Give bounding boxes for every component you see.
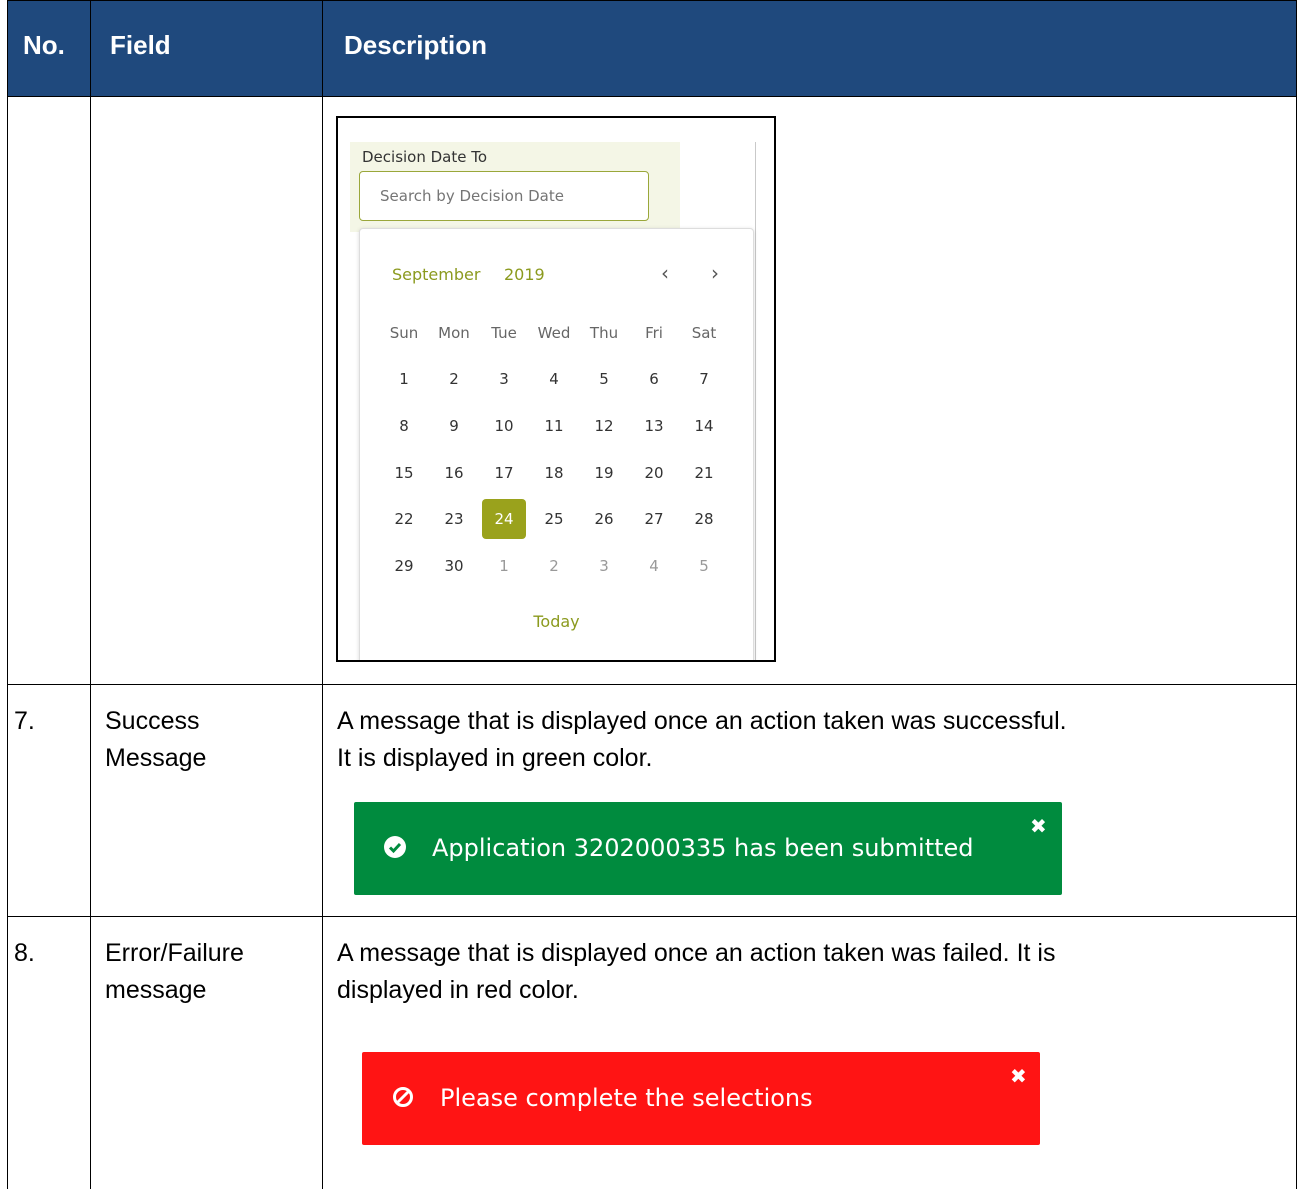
weekday: Thu: [589, 324, 619, 342]
calendar-day[interactable]: 1: [382, 359, 426, 399]
field-name-line: Error/Failure: [105, 939, 244, 967]
calendar-day[interactable]: 27: [632, 499, 676, 539]
calendar-day[interactable]: 25: [532, 499, 576, 539]
column-divider: [90, 0, 91, 1189]
success-alert-text: Application 3202000335 has been submitte…: [432, 834, 974, 862]
row-number: 7.: [14, 707, 35, 735]
calendar-day[interactable]: 29: [382, 546, 426, 586]
calendar-day[interactable]: 10: [482, 406, 526, 446]
calendar-day[interactable]: 17: [482, 453, 526, 493]
chevron-right-icon[interactable]: ›: [703, 261, 727, 285]
datepicker-screenshot: Decision Date To September 2019 ‹ › Sun …: [336, 116, 776, 662]
weekday: Tue: [491, 324, 517, 342]
success-alert: Application 3202000335 has been submitte…: [354, 802, 1062, 895]
close-icon[interactable]: ✖: [1030, 814, 1047, 838]
weekday: Wed: [537, 324, 571, 342]
decision-date-input[interactable]: [359, 171, 649, 221]
field-name-line: Success: [105, 707, 200, 735]
field-name-line: message: [105, 976, 207, 1004]
calendar-day-selected[interactable]: 24: [482, 499, 526, 539]
calendar-day[interactable]: 8: [382, 406, 426, 446]
calendar-day[interactable]: 9: [432, 406, 476, 446]
weekday: Sat: [691, 324, 717, 342]
header-description: Description: [344, 30, 488, 60]
calendar-day[interactable]: 14: [682, 406, 726, 446]
description-line: A message that is displayed once an acti…: [337, 707, 1067, 735]
calendar-day[interactable]: 12: [582, 406, 626, 446]
calendar-day[interactable]: 15: [382, 453, 426, 493]
row-divider: [7, 684, 1297, 685]
calendar-day[interactable]: 2: [432, 359, 476, 399]
decision-date-to-label: Decision Date To: [362, 148, 488, 166]
header-field: Field: [110, 30, 171, 60]
column-divider: [322, 0, 323, 1189]
description-line: It is displayed in green color.: [337, 744, 653, 772]
description-line: A message that is displayed once an acti…: [337, 939, 1056, 967]
calendar-day[interactable]: 5: [682, 546, 726, 586]
error-alert: Please complete the selections ✖: [362, 1052, 1040, 1145]
calendar-popup: September 2019 ‹ › Sun Mon Tue Wed Thu F…: [359, 228, 754, 660]
ban-icon: [393, 1087, 413, 1107]
calendar-day[interactable]: 2: [532, 546, 576, 586]
weekday: Fri: [645, 324, 663, 342]
field-description-table: No. Field Description Decision Date To S…: [0, 0, 1299, 1189]
calendar-day[interactable]: 1: [482, 546, 526, 586]
calendar-day[interactable]: 20: [632, 453, 676, 493]
check-circle-icon: [384, 836, 406, 858]
close-icon[interactable]: ✖: [1010, 1064, 1027, 1088]
calendar-day[interactable]: 19: [582, 453, 626, 493]
calendar-day[interactable]: 4: [532, 359, 576, 399]
weekday: Sun: [389, 324, 419, 342]
calendar-day[interactable]: 26: [582, 499, 626, 539]
divider: [755, 142, 756, 660]
error-alert-text: Please complete the selections: [440, 1084, 813, 1112]
calendar-day[interactable]: 3: [482, 359, 526, 399]
header-no: No.: [23, 30, 65, 60]
calendar-day[interactable]: 6: [632, 359, 676, 399]
row-number: 8.: [14, 939, 35, 967]
table-border-right: [1296, 0, 1297, 1189]
description-line: displayed in red color.: [337, 976, 579, 1004]
calendar-day[interactable]: 7: [682, 359, 726, 399]
calendar-day[interactable]: 30: [432, 546, 476, 586]
calendar-day[interactable]: 16: [432, 453, 476, 493]
calendar-day[interactable]: 23: [432, 499, 476, 539]
row-divider: [7, 916, 1297, 917]
weekday: Mon: [438, 324, 470, 342]
today-button[interactable]: Today: [360, 612, 753, 631]
calendar-day[interactable]: 4: [632, 546, 676, 586]
calendar-day[interactable]: 28: [682, 499, 726, 539]
chevron-left-icon[interactable]: ‹: [653, 261, 677, 285]
calendar-day[interactable]: 3: [582, 546, 626, 586]
calendar-month[interactable]: September: [392, 265, 480, 284]
calendar-day[interactable]: 11: [532, 406, 576, 446]
table-border-left: [7, 0, 8, 1189]
table-header: No. Field Description: [7, 0, 1297, 97]
calendar-day[interactable]: 22: [382, 499, 426, 539]
calendar-day[interactable]: 21: [682, 453, 726, 493]
calendar-day[interactable]: 5: [582, 359, 626, 399]
calendar-day[interactable]: 18: [532, 453, 576, 493]
calendar-day[interactable]: 13: [632, 406, 676, 446]
calendar-year[interactable]: 2019: [504, 265, 545, 284]
field-name-line: Message: [105, 744, 207, 772]
